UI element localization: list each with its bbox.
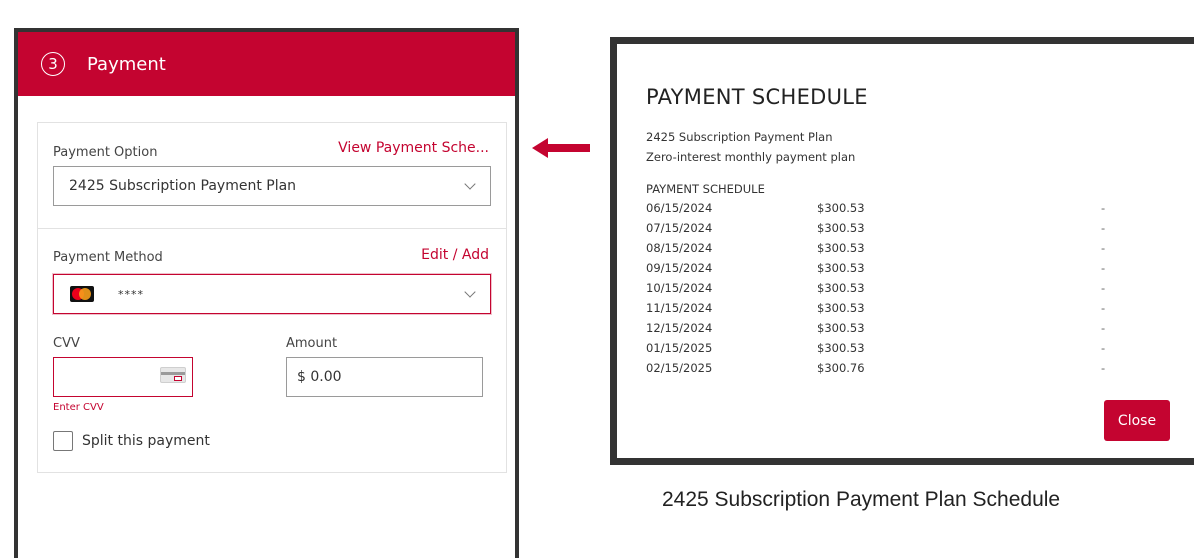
card-masked-number: ****: [118, 287, 144, 301]
schedule-amount: $300.53: [817, 341, 865, 355]
payment-panel-header: 3 Payment: [18, 32, 515, 96]
schedule-date: 07/15/2024: [646, 221, 713, 235]
schedule-status: -: [1101, 241, 1106, 255]
schedule-status: -: [1101, 341, 1106, 355]
cvv-input[interactable]: [53, 357, 193, 397]
payment-method-label: Payment Method: [53, 250, 163, 265]
amount-input[interactable]: $ 0.00: [286, 357, 483, 397]
schedule-status: -: [1101, 361, 1106, 375]
schedule-amount: $300.53: [817, 201, 865, 215]
panel-title: Payment: [87, 53, 166, 75]
schedule-status: -: [1101, 321, 1106, 335]
figure-caption: 2425 Subscription Payment Plan Schedule: [662, 488, 1061, 511]
schedule-status: -: [1101, 281, 1106, 295]
schedule-date: 01/15/2025: [646, 341, 713, 355]
schedule-row: 09/15/2024 $300.53 -: [646, 261, 1166, 281]
card-cvv-icon: [160, 367, 186, 383]
schedule-status: -: [1101, 261, 1106, 275]
mastercard-icon: [70, 286, 94, 302]
schedule-row: 11/15/2024 $300.53 -: [646, 301, 1166, 321]
plan-description: Zero-interest monthly payment plan: [646, 150, 856, 164]
schedule-amount: $300.53: [817, 221, 865, 235]
view-payment-schedule-link[interactable]: View Payment Sche...: [338, 140, 489, 156]
schedule-date: 12/15/2024: [646, 321, 713, 335]
split-payment-checkbox[interactable]: [53, 431, 73, 451]
schedule-amount: $300.53: [817, 301, 865, 315]
schedule-amount: $300.76: [817, 361, 865, 375]
payment-option-select[interactable]: 2425 Subscription Payment Plan: [53, 166, 491, 206]
schedule-date: 09/15/2024: [646, 261, 713, 275]
payment-option-selected-value: 2425 Subscription Payment Plan: [69, 178, 297, 194]
schedule-amount: $300.53: [817, 321, 865, 335]
payment-option-label: Payment Option: [53, 145, 158, 160]
schedule-status: -: [1101, 301, 1106, 315]
schedule-status: -: [1101, 221, 1106, 235]
schedule-date: 11/15/2024: [646, 301, 713, 315]
arrow-left-icon: [532, 138, 590, 158]
amount-label: Amount: [286, 336, 338, 351]
modal-title: PAYMENT SCHEDULE: [646, 85, 868, 109]
schedule-amount: $300.53: [817, 281, 865, 295]
schedule-row: 01/15/2025 $300.53 -: [646, 341, 1166, 361]
edit-add-payment-method-link[interactable]: Edit / Add: [421, 247, 489, 263]
schedule-row: 07/15/2024 $300.53 -: [646, 221, 1166, 241]
amount-value: $ 0.00: [297, 369, 342, 385]
step-number-badge: 3: [41, 52, 65, 76]
schedule-heading: PAYMENT SCHEDULE: [646, 182, 765, 196]
schedule-amount: $300.53: [817, 241, 865, 255]
schedule-date: 06/15/2024: [646, 201, 713, 215]
cvv-label: CVV: [53, 336, 80, 351]
schedule-date: 08/15/2024: [646, 241, 713, 255]
schedule-row: 02/15/2025 $300.76 -: [646, 361, 1166, 381]
schedule-date: 10/15/2024: [646, 281, 713, 295]
payment-method-select[interactable]: ****: [53, 274, 491, 314]
close-button[interactable]: Close: [1104, 400, 1170, 441]
chevron-down-icon: [464, 178, 476, 190]
schedule-row: 12/15/2024 $300.53 -: [646, 321, 1166, 341]
payment-panel: 3 Payment Payment Option View Payment Sc…: [14, 28, 519, 558]
split-payment-label: Split this payment: [82, 433, 210, 449]
schedule-row: 08/15/2024 $300.53 -: [646, 241, 1166, 261]
schedule-status: -: [1101, 201, 1106, 215]
payment-schedule-modal: PAYMENT SCHEDULE 2425 Subscription Payme…: [610, 37, 1194, 465]
schedule-row: 06/15/2024 $300.53 -: [646, 201, 1166, 221]
payment-option-section: Payment Option View Payment Sche... 2425…: [38, 123, 506, 229]
cvv-error-text: Enter CVV: [53, 402, 104, 413]
chevron-down-icon: [464, 286, 476, 298]
schedule-date: 02/15/2025: [646, 361, 713, 375]
schedule-amount: $300.53: [817, 261, 865, 275]
payment-form-card: Payment Option View Payment Sche... 2425…: [37, 122, 507, 473]
schedule-row: 10/15/2024 $300.53 -: [646, 281, 1166, 301]
plan-name: 2425 Subscription Payment Plan: [646, 130, 833, 144]
